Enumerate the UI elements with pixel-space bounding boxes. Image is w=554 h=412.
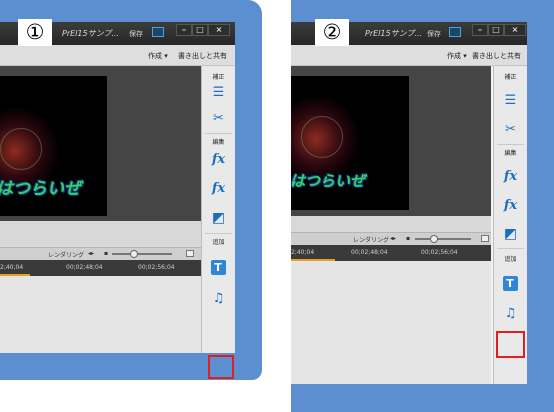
close-button[interactable]: × <box>504 24 526 36</box>
rendering-label[interactable]: レンダリング <box>48 250 84 259</box>
fx-pen-icon[interactable]: fx <box>502 168 520 186</box>
save-button[interactable]: 保存 <box>427 29 441 39</box>
monitor-panel: はつらいぜ <box>291 66 491 216</box>
add-section-label: 追加 <box>504 256 517 263</box>
action-bar: 作成 ▾ 書き出しと共有 <box>0 45 235 66</box>
export-share-menu[interactable]: 書き出しと共有 <box>472 51 521 61</box>
divider <box>497 144 524 145</box>
timecode: 2;40;04 <box>0 264 24 271</box>
action-bar: 作成 ▾ 書き出しと共有 <box>291 45 527 66</box>
monitor-panel: はつらいぜ <box>0 66 201 221</box>
timeline-ruler: 2;40;04 00;02;48;04 00;02;56;04 <box>291 245 491 261</box>
title-icon[interactable]: T <box>502 276 518 291</box>
flare-ring <box>0 128 42 170</box>
timeline-toolbar: レンダリング ◂▸ ▪ <box>0 247 201 260</box>
restore-button[interactable]: □ <box>488 24 504 36</box>
action-sidebar: 補正 ☰ ✂ 編集 fx fx ◩ 追加 T ♫ <box>201 66 235 353</box>
divider <box>497 248 524 249</box>
timeline-expand-icon[interactable] <box>186 250 194 257</box>
create-menu[interactable]: 作成 ▾ <box>148 51 168 61</box>
music-icon[interactable]: ♫ <box>210 290 228 308</box>
edit-section-label: 編集 <box>212 139 225 146</box>
create-menu[interactable]: 作成 ▾ <box>447 51 467 61</box>
close-button[interactable]: × <box>208 24 230 36</box>
zoom-out-icon[interactable]: ▪ <box>406 235 410 242</box>
adjust-icon[interactable]: ☰ <box>210 84 228 102</box>
timecode: 00;02;48;04 <box>66 264 103 271</box>
timeline-view-icon[interactable]: ◂▸ <box>390 235 396 242</box>
timeline-ruler: 2;40;04 00;02;48;04 00;02;56;04 <box>0 260 201 276</box>
timeline-track[interactable] <box>291 261 491 384</box>
workspace: はつらいぜ レンダリング ◂▸ ▪ 2;40;04 00;02;48;04 00… <box>0 66 201 353</box>
title-icon[interactable]: T <box>210 260 226 275</box>
video-preview[interactable]: はつらいぜ <box>0 76 107 216</box>
adjust-section-label: 補正 <box>504 74 517 81</box>
flare-ring <box>301 116 343 158</box>
fullscreen-icon[interactable] <box>449 27 461 37</box>
zoom-slider[interactable] <box>112 253 172 255</box>
timecode: 00;02;56;04 <box>138 264 175 271</box>
transition-icon[interactable]: ◩ <box>502 225 520 243</box>
video-caption: はつらいぜ <box>291 172 366 190</box>
save-button[interactable]: 保存 <box>129 29 143 39</box>
video-caption: はつらいぜ <box>0 179 81 199</box>
fullscreen-icon[interactable] <box>152 27 164 37</box>
window-title: PrEl15サンプ... <box>365 29 422 38</box>
divider <box>205 233 232 234</box>
minimize-button[interactable]: – <box>176 24 192 36</box>
timeline-view-icon[interactable]: ◂▸ <box>88 250 94 257</box>
adjust-icon[interactable]: ☰ <box>502 92 520 110</box>
tools-icon[interactable]: ✂ <box>210 110 228 128</box>
export-share-menu[interactable]: 書き出しと共有 <box>178 51 227 61</box>
timeline-expand-icon[interactable] <box>481 235 489 242</box>
music-icon[interactable]: ♫ <box>502 305 520 323</box>
timecode: 2;40;04 <box>291 249 315 256</box>
screenshot-panel-1: PrEl15サンプ... 保存 – □ × 作成 ▾ 書き出しと共有 はつらいぜ <box>0 0 262 380</box>
zoom-slider-knob[interactable] <box>430 235 438 243</box>
timeline-track[interactable] <box>0 276 201 353</box>
minimize-button[interactable]: – <box>472 24 488 36</box>
step-label-2: ② <box>315 19 349 46</box>
timecode: 00;02;56;04 <box>421 249 458 256</box>
window-controls: – □ × <box>176 24 230 36</box>
app-window: PrEl15サンプ... 保存 – □ × 作成 ▾ 書き出しと共有 はつらいぜ <box>0 22 235 353</box>
step-label-1: ① <box>18 19 52 46</box>
video-preview[interactable]: はつらいぜ <box>291 76 409 210</box>
window-controls: – □ × <box>472 24 526 36</box>
zoom-slider[interactable] <box>415 238 471 240</box>
highlight-box-2 <box>496 331 525 358</box>
window-title: PrEl15サンプ... <box>62 29 119 38</box>
app-window: PrEl15サンプ... 保存 – □ × 作成 ▾ 書き出しと共有 はつらいぜ <box>291 22 527 384</box>
rendering-label[interactable]: レンダリング <box>353 235 389 244</box>
edit-section-label: 編集 <box>504 150 517 157</box>
divider <box>205 133 232 134</box>
fx-pen-icon[interactable]: fx <box>210 151 228 169</box>
fx-icon[interactable]: fx <box>210 180 228 198</box>
restore-button[interactable]: □ <box>192 24 208 36</box>
timecode: 00;02;48;04 <box>351 249 388 256</box>
fx-icon[interactable]: fx <box>502 197 520 215</box>
adjust-section-label: 補正 <box>212 74 225 81</box>
highlight-box-1 <box>208 355 234 379</box>
zoom-out-icon[interactable]: ▪ <box>104 250 108 257</box>
timeline-toolbar: レンダリング ◂▸ ▪ <box>291 232 491 245</box>
add-section-label: 追加 <box>212 239 225 246</box>
transition-icon[interactable]: ◩ <box>210 209 228 227</box>
tools-icon[interactable]: ✂ <box>502 121 520 139</box>
workspace: はつらいぜ レンダリング ◂▸ ▪ 2;40;04 00;02;48;04 00… <box>291 66 491 384</box>
zoom-slider-knob[interactable] <box>130 250 138 258</box>
